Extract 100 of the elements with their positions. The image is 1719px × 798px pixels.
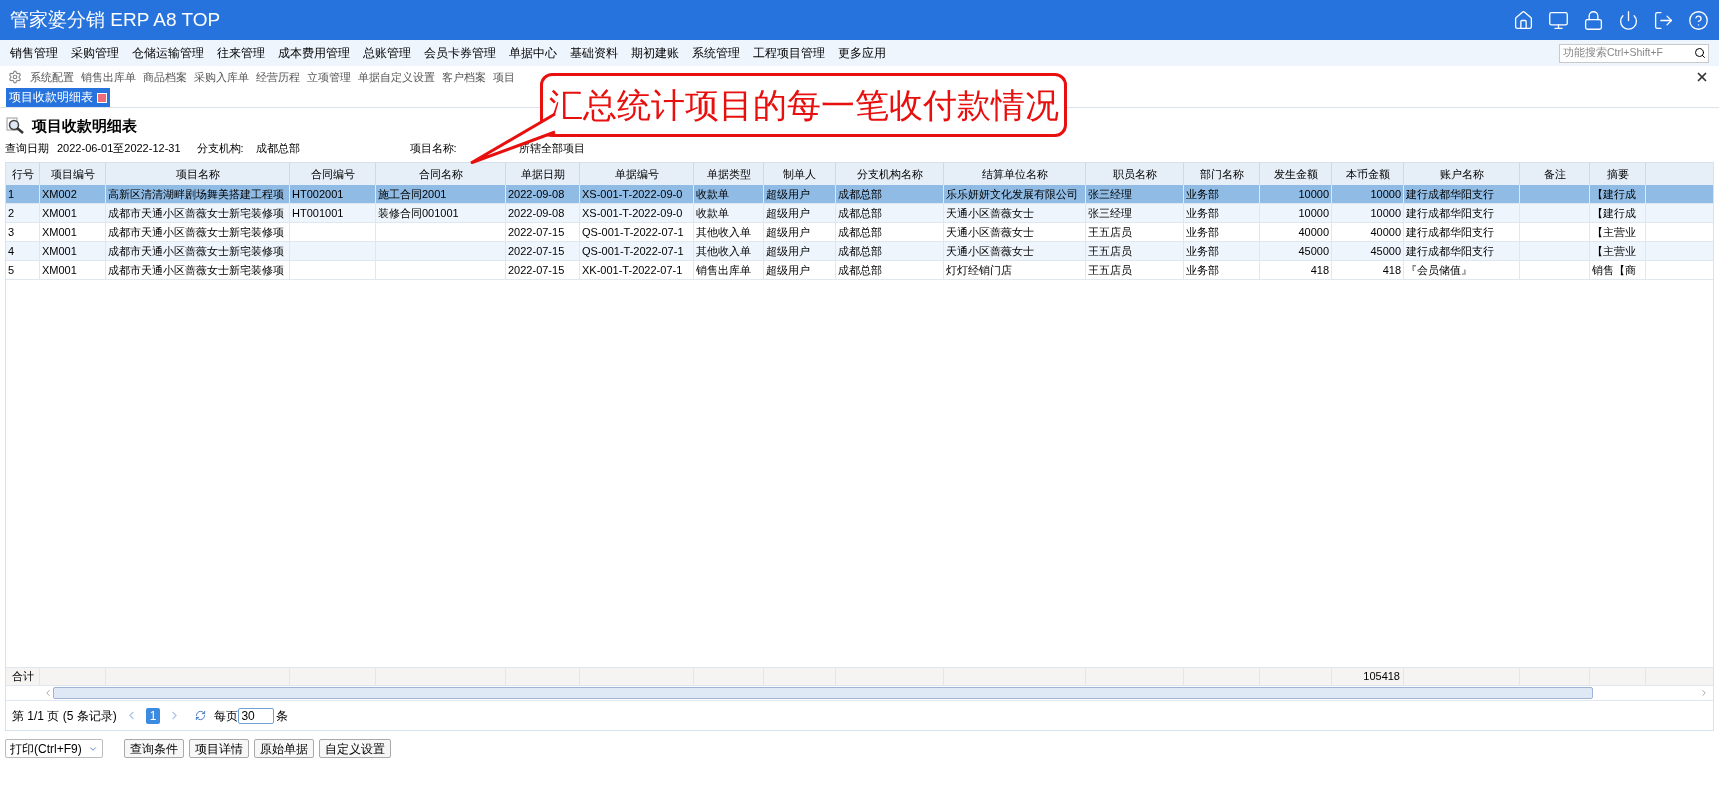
table-cell: 业务部 bbox=[1186, 244, 1219, 258]
table-cell: 10000 bbox=[1298, 206, 1329, 220]
menu-item[interactable]: 仓储运输管理 bbox=[132, 44, 204, 62]
quick-link[interactable]: 项目 bbox=[493, 68, 515, 86]
per-page-field[interactable]: 30 bbox=[238, 707, 275, 724]
table-cell: 建行成都华阳支行 bbox=[1406, 206, 1494, 220]
quick-link[interactable]: 客户档案 bbox=[442, 68, 486, 86]
table-cell: 10000 bbox=[1370, 187, 1401, 201]
table-cell: 其他收入单 bbox=[696, 225, 751, 239]
table-cell: 施工合同2001 bbox=[378, 187, 447, 201]
table-row[interactable]: 4 XM001 成都市天通小区蔷薇女士新宅装修项 2022-07-15 QS-001-T-2022-07-1 其他收入单 超级用户 成都总部 天通小区蔷薇女士 王五店员 业务部 45000 45000 建行成都华阳支行 【主营业 bbox=[6, 242, 1713, 261]
table-cell: 成都总部 bbox=[838, 206, 882, 220]
table-row[interactable]: 3 XM001 成都市天通小区蔷薇女士新宅装修项 2022-07-15 QS-001-T-2022-07-1 其他收入单 超级用户 成都总部 天通小区蔷薇女士 王五店员 业务部 40000 40000 建行成都华阳支行 【主营业 bbox=[6, 223, 1713, 242]
table-cell: HT002001 bbox=[292, 187, 344, 201]
table-cell: 张三经理 bbox=[1088, 206, 1132, 220]
table-cell: XM001 bbox=[42, 244, 77, 258]
table-row[interactable]: 5 XM001 成都市天通小区蔷薇女士新宅装修项 2022-07-15 XK-001-T-2022-07-1 销售出库单 超级用户 成都总部 灯灯经销门店 王五店员 业务部 418 418 『会员储值』 销售【商 bbox=[6, 261, 1713, 280]
table-cell: HT001001 bbox=[292, 206, 344, 220]
table-cell: 成都总部 bbox=[838, 244, 882, 258]
table-cell: 45000 bbox=[1298, 244, 1329, 258]
table-cell: 3 bbox=[8, 225, 15, 239]
table-cell: 2022-07-15 bbox=[508, 225, 565, 239]
table-cell: 销售出库单 bbox=[696, 263, 751, 277]
quick-link[interactable]: 单据自定义设置 bbox=[358, 68, 435, 86]
gear-icon[interactable] bbox=[8, 70, 22, 84]
table-cell: 418 bbox=[1382, 263, 1401, 277]
quick-link[interactable]: 采购入库单 bbox=[194, 68, 249, 86]
per-page-label: 每页 bbox=[214, 707, 239, 725]
quick-link[interactable]: 商品档案 bbox=[143, 68, 187, 86]
scrollbar-thumb[interactable] bbox=[53, 687, 1593, 699]
table-cell: 1 bbox=[8, 187, 15, 201]
menu-item[interactable]: 期初建账 bbox=[631, 44, 679, 62]
help-icon[interactable] bbox=[1688, 9, 1709, 31]
magnifier-report-icon bbox=[6, 117, 26, 135]
table-row[interactable]: 2 XM001 成都市天通小区蔷薇女士新宅装修项 HT001001 装修合同001001 2022-09-08 XS-001-T-2022-09-0 收款单 超级用户 成都总部 天通小区蔷薇女士 张三经理 业务部 10000 10000 建行成都华阳支行 【建行成 bbox=[6, 204, 1713, 223]
table-cell: 装修合同001001 bbox=[378, 206, 459, 220]
table-cell: 成都市天通小区蔷薇女士新宅装修项 bbox=[108, 206, 284, 220]
quick-link[interactable]: 立项管理 bbox=[307, 68, 351, 86]
action-button[interactable]: 查询条件 bbox=[123, 739, 184, 758]
table-cell: XM002 bbox=[42, 187, 77, 201]
query-date: 2022-06-01至2022-12-31 bbox=[57, 140, 181, 156]
home-icon[interactable] bbox=[1513, 9, 1534, 31]
menu-item[interactable]: 更多应用 bbox=[838, 44, 886, 62]
table-cell: 418 bbox=[1310, 263, 1329, 277]
menu-item[interactable]: 成本费用管理 bbox=[278, 44, 350, 62]
table-cell: XM001 bbox=[42, 263, 77, 277]
table-cell: 成都市天通小区蔷薇女士新宅装修项 bbox=[108, 244, 284, 258]
table-cell: 10000 bbox=[1370, 206, 1401, 220]
table-cell: 【建行成 bbox=[1592, 187, 1636, 201]
menu-item[interactable]: 销售管理 bbox=[10, 44, 58, 62]
search-icon[interactable] bbox=[1694, 47, 1706, 59]
table-row[interactable]: 1 XM002 高新区清清湖畔剧场舞美搭建工程项 HT002001 施工合同2001 2022-09-08 XS-001-T-2022-09-0 收款单 超级用户 成都总部 乐乐妍妍文化发展有限公司 张三经理 业务部 10000 10000 建行成都华阳支行 【建行成 bbox=[6, 185, 1713, 204]
table-cell: QS-001-T-2022-07-1 bbox=[582, 225, 684, 239]
close-icon[interactable] bbox=[1695, 70, 1709, 84]
refresh-icon[interactable] bbox=[195, 710, 207, 721]
menu-item[interactable]: 往来管理 bbox=[217, 44, 265, 62]
menu-item[interactable]: 系统管理 bbox=[692, 44, 740, 62]
tab-close-icon[interactable] bbox=[97, 92, 107, 103]
monitor-icon[interactable] bbox=[1548, 9, 1569, 31]
table-cell: 成都总部 bbox=[838, 225, 882, 239]
power-icon[interactable] bbox=[1618, 9, 1639, 31]
quick-link[interactable]: 销售出库单 bbox=[81, 68, 136, 86]
table-cell: 2022-09-08 bbox=[508, 206, 565, 220]
menu-item[interactable]: 单据中心 bbox=[509, 44, 557, 62]
total-cell-text: 105418 bbox=[1363, 669, 1400, 685]
table-cell: XM001 bbox=[42, 206, 77, 220]
table-cell: 销售【商 bbox=[1592, 263, 1636, 277]
search-field[interactable]: 功能搜索Ctrl+Shift+F bbox=[1559, 43, 1709, 63]
menu-item[interactable]: 总账管理 bbox=[363, 44, 411, 62]
menu-item[interactable]: 基础资料 bbox=[570, 44, 618, 62]
table-cell: 5 bbox=[8, 263, 15, 277]
table-cell: 收款单 bbox=[696, 206, 729, 220]
table-cell: 灯灯经销门店 bbox=[946, 263, 1012, 277]
tab[interactable]: 项目收款明细表 bbox=[6, 88, 110, 107]
total-label: 合计 bbox=[11, 669, 34, 685]
table-cell: 【主营业 bbox=[1592, 225, 1636, 239]
table-cell: 2022-07-15 bbox=[508, 263, 565, 277]
page-number[interactable]: 1 bbox=[145, 707, 161, 724]
action-button[interactable]: 自定义设置 bbox=[318, 739, 391, 758]
table-cell: 乐乐妍妍文化发展有限公司 bbox=[946, 187, 1078, 201]
menu-item[interactable]: 会员卡券管理 bbox=[424, 44, 496, 62]
action-button[interactable]: 项目详情 bbox=[188, 739, 249, 758]
logout-icon[interactable] bbox=[1653, 9, 1674, 31]
menu-item[interactable]: 工程项目管理 bbox=[753, 44, 825, 62]
quick-link[interactable]: 系统配置 bbox=[30, 68, 74, 86]
table-cell: 2022-07-15 bbox=[508, 244, 565, 258]
table-cell: 成都市天通小区蔷薇女士新宅装修项 bbox=[108, 263, 284, 277]
table-cell: QS-001-T-2022-07-1 bbox=[582, 244, 684, 258]
table-cell: 天通小区蔷薇女士 bbox=[946, 206, 1034, 220]
action-button[interactable]: 原始单据 bbox=[253, 739, 314, 758]
menu-item[interactable]: 采购管理 bbox=[71, 44, 119, 62]
table-cell: 高新区清清湖畔剧场舞美搭建工程项 bbox=[108, 187, 284, 201]
table-cell: 业务部 bbox=[1186, 187, 1219, 201]
table-cell: XS-001-T-2022-09-0 bbox=[582, 206, 683, 220]
table-cell: 建行成都华阳支行 bbox=[1406, 187, 1494, 201]
table-cell: 业务部 bbox=[1186, 225, 1219, 239]
table-cell: 超级用户 bbox=[766, 187, 810, 201]
print-dropdown[interactable]: 打印(Ctrl+F9) bbox=[5, 739, 103, 758]
quick-link[interactable]: 经营历程 bbox=[256, 68, 300, 86]
lock-icon[interactable] bbox=[1583, 9, 1604, 31]
